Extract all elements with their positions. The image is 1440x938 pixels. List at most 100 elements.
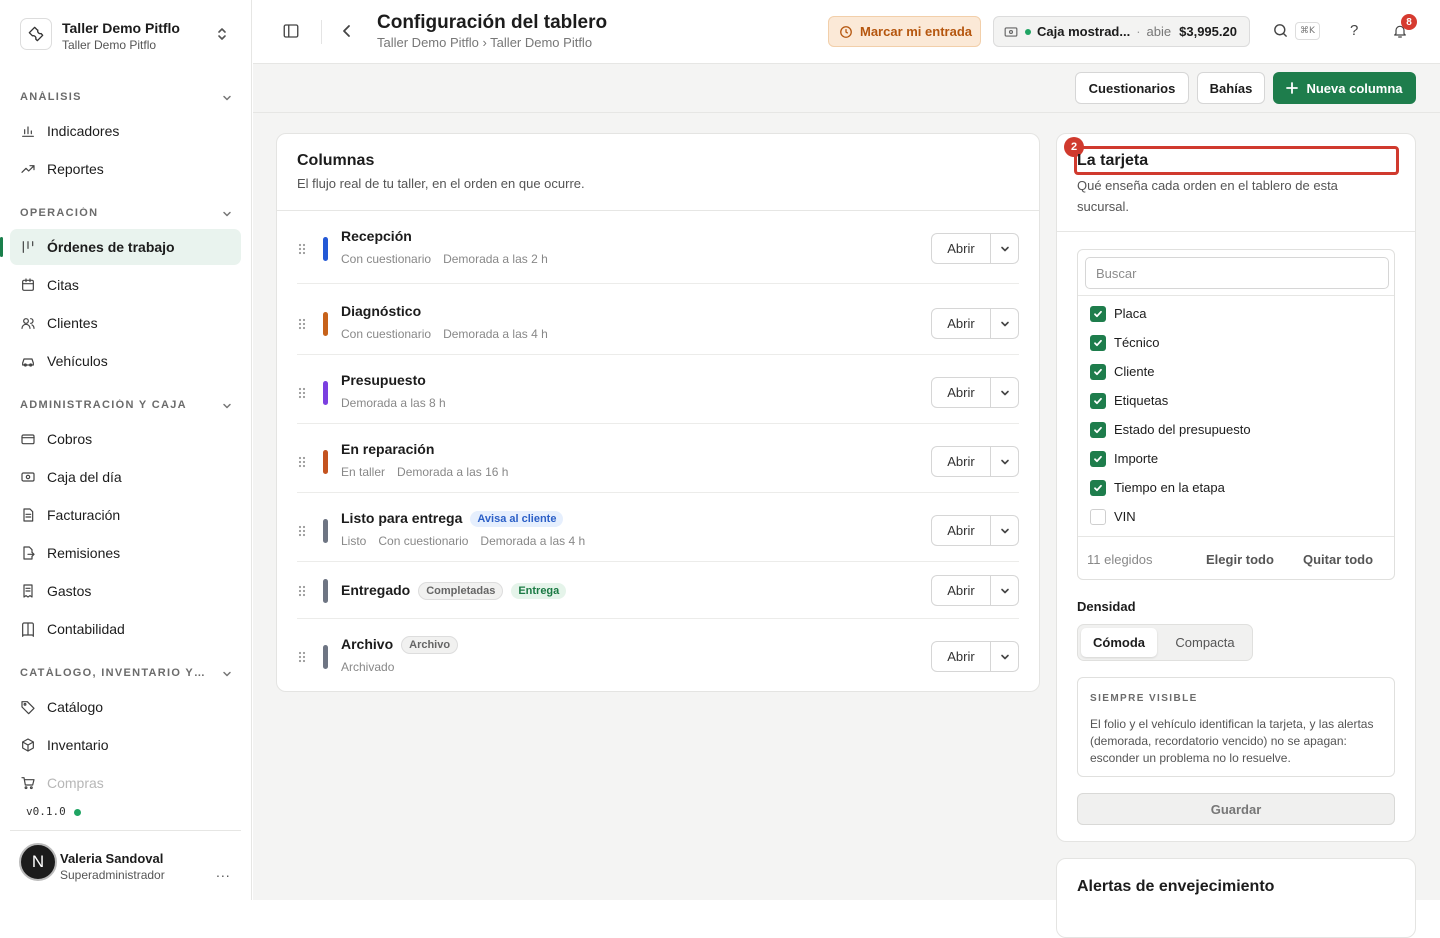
user-menu[interactable]: N Valeria Sandoval Superadministrador ..… xyxy=(10,830,241,900)
field-label: VIN xyxy=(1114,509,1136,524)
drag-handle-icon[interactable] xyxy=(298,456,306,468)
chevron-down-icon xyxy=(222,669,232,679)
chevron-down-icon[interactable] xyxy=(991,309,1018,338)
checkbox-checked-icon[interactable] xyxy=(1090,364,1106,380)
drag-handle-icon[interactable] xyxy=(298,651,306,663)
column-color-indicator xyxy=(323,645,328,669)
wrench-icon xyxy=(20,18,52,50)
field-checkbox[interactable]: Cliente xyxy=(1090,362,1350,382)
checkbox-checked-icon[interactable] xyxy=(1090,393,1106,409)
chevron-down-icon[interactable] xyxy=(991,642,1018,671)
chevron-down-icon[interactable] xyxy=(991,234,1018,263)
column-row: Entregado Completadas Entrega Abrir xyxy=(297,562,1019,619)
receipt-icon xyxy=(20,583,36,599)
more-icon[interactable]: ... xyxy=(216,864,231,880)
bays-button[interactable]: Bahías xyxy=(1197,72,1265,104)
column-row: Archivo Archivo Archivado Abrir xyxy=(297,619,1019,688)
checkbox-checked-icon[interactable] xyxy=(1090,335,1106,351)
drag-handle-icon[interactable] xyxy=(298,387,306,399)
drag-handle-icon[interactable] xyxy=(298,318,306,330)
select-all-button[interactable]: Elegir todo xyxy=(1206,552,1274,567)
open-column-button[interactable]: Abrir xyxy=(932,576,991,605)
open-column-button[interactable]: Abrir xyxy=(932,309,991,338)
field-search-input[interactable] xyxy=(1085,257,1389,289)
field-checkbox[interactable]: Estado del presupuesto xyxy=(1090,420,1350,440)
drag-handle-icon[interactable] xyxy=(298,243,306,255)
checkbox-checked-icon[interactable] xyxy=(1090,306,1106,322)
sidebar-item-indicadores[interactable]: Indicadores xyxy=(10,113,241,149)
nav-section-header[interactable]: ANÁLISIS xyxy=(20,90,232,106)
nav-section-header[interactable]: CATÁLOGO, INVENTARIO Y COMPRAS xyxy=(20,666,232,682)
notification-badge: 8 xyxy=(1401,14,1417,30)
column-color-indicator xyxy=(323,381,328,405)
tag-icon xyxy=(20,699,36,715)
checkbox-unchecked-icon[interactable] xyxy=(1090,509,1106,525)
open-column-button[interactable]: Abrir xyxy=(932,642,991,671)
chevron-down-icon[interactable] xyxy=(991,447,1018,476)
breadcrumb[interactable]: Taller Demo Pitflo › Taller Demo Pitflo xyxy=(377,35,592,50)
sidebar-toggle-icon[interactable] xyxy=(282,22,300,40)
open-split-button: Abrir xyxy=(931,446,1019,477)
back-icon[interactable] xyxy=(339,22,355,40)
open-column-button[interactable]: Abrir xyxy=(932,447,991,476)
file-export-icon xyxy=(20,545,36,561)
drag-handle-icon[interactable] xyxy=(298,525,306,537)
field-checkbox[interactable]: VIN xyxy=(1090,507,1350,527)
sidebar-item-caja-del-día[interactable]: Caja del día xyxy=(10,459,241,495)
sidebar-item-label: Remisiones xyxy=(47,545,121,561)
new-column-label: Nueva columna xyxy=(1306,80,1403,96)
checkbox-checked-icon[interactable] xyxy=(1090,451,1106,467)
avatar: N xyxy=(19,843,57,881)
open-column-button[interactable]: Abrir xyxy=(932,378,991,407)
sidebar-item-inventario[interactable]: Inventario xyxy=(10,727,241,763)
sidebar-item-compras[interactable]: Compras xyxy=(10,765,241,801)
status-dot xyxy=(74,809,81,816)
sidebar-item-reportes[interactable]: Reportes xyxy=(10,151,241,187)
search-icon[interactable] xyxy=(1272,22,1289,39)
field-checkbox[interactable]: Tiempo en la etapa xyxy=(1090,478,1350,498)
field-checkbox[interactable]: Técnico xyxy=(1090,333,1350,353)
density-compact-option[interactable]: Compacta xyxy=(1161,628,1249,657)
open-column-button[interactable]: Abrir xyxy=(932,234,991,263)
new-column-button[interactable]: Nueva columna xyxy=(1273,72,1416,104)
field-checkbox[interactable]: Importe xyxy=(1090,449,1350,469)
cashbox-name: Caja mostrad... xyxy=(1037,24,1131,39)
column-row: En reparación En taller Demorada a las 16 … xyxy=(297,424,1019,493)
sidebar-item-cobros[interactable]: Cobros xyxy=(10,421,241,457)
chevron-down-icon[interactable] xyxy=(991,378,1018,407)
help-icon[interactable]: ? xyxy=(1350,22,1358,39)
chevron-down-icon[interactable] xyxy=(991,576,1018,605)
column-color-indicator xyxy=(323,450,328,474)
card-settings-description: Qué enseña cada orden en el tablero de e… xyxy=(1077,178,1338,214)
org-switcher[interactable]: Taller Demo Pitflo Taller Demo Pitflo xyxy=(20,16,240,56)
density-comfortable-option[interactable]: Cómoda xyxy=(1081,628,1157,657)
sidebar-item-label: Clientes xyxy=(47,315,98,331)
clock-in-button[interactable]: Marcar mi entrada xyxy=(828,16,981,47)
sidebar-item-órdenes-de-trabajo[interactable]: Órdenes de trabajo xyxy=(0,229,241,265)
clear-all-button[interactable]: Quitar todo xyxy=(1303,552,1373,567)
sidebar-item-catálogo[interactable]: Catálogo xyxy=(10,689,241,725)
checkbox-checked-icon[interactable] xyxy=(1090,422,1106,438)
open-column-button[interactable]: Abrir xyxy=(932,516,991,545)
sidebar-item-clientes[interactable]: Clientes xyxy=(10,305,241,341)
cashbox-selector[interactable]: Caja mostrad... · abie $3,995.20 xyxy=(993,16,1250,47)
nav-section-header[interactable]: OPERACIÓN xyxy=(20,206,232,222)
drag-handle-icon[interactable] xyxy=(298,585,306,597)
questionnaires-button[interactable]: Cuestionarios xyxy=(1075,72,1189,104)
chevron-down-icon[interactable] xyxy=(991,516,1018,545)
sidebar-item-citas[interactable]: Citas xyxy=(10,267,241,303)
nav-section-header[interactable]: ADMINISTRACIÓN Y CAJA xyxy=(20,398,232,414)
sidebar-item-gastos[interactable]: Gastos xyxy=(10,573,241,609)
column-meta: Con cuestionario xyxy=(341,252,432,266)
save-button[interactable]: Guardar xyxy=(1077,793,1395,825)
sidebar-item-facturación[interactable]: Facturación xyxy=(10,497,241,533)
column-name-line: Listo para entrega Avisa al cliente xyxy=(341,510,564,528)
sidebar-item-vehículos[interactable]: Vehículos xyxy=(10,343,241,379)
column-name-line: Presupuesto xyxy=(341,372,426,388)
sidebar-item-remisiones[interactable]: Remisiones xyxy=(10,535,241,571)
column-meta: Demorada a las 8 h xyxy=(341,396,446,410)
checkbox-checked-icon[interactable] xyxy=(1090,480,1106,496)
field-checkbox[interactable]: Placa xyxy=(1090,304,1350,324)
sidebar-item-contabilidad[interactable]: Contabilidad xyxy=(10,611,241,647)
field-checkbox[interactable]: Etiquetas xyxy=(1090,391,1350,411)
